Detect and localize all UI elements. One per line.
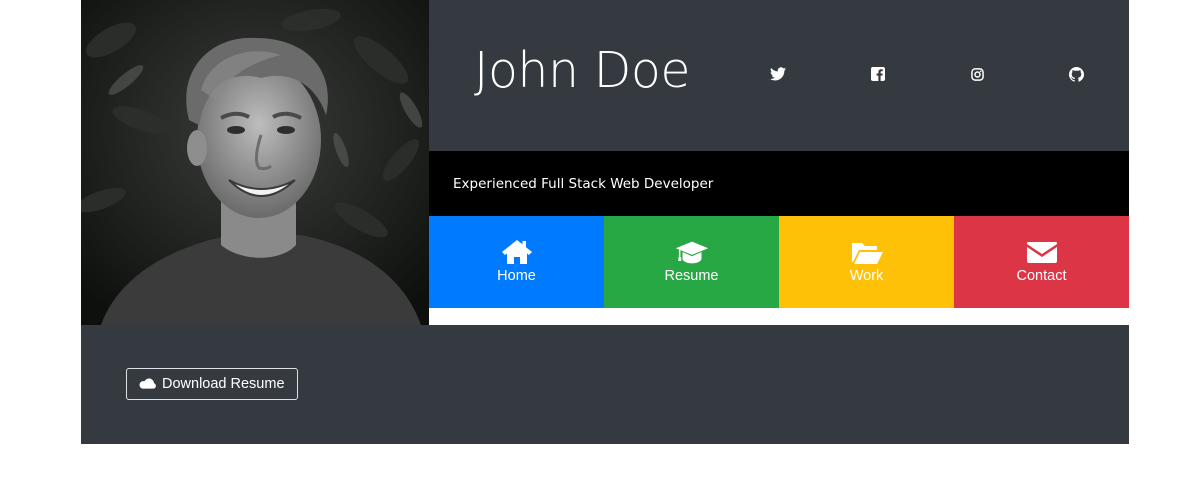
home-icon xyxy=(499,238,535,266)
twitter-icon xyxy=(770,67,786,81)
folder-open-icon xyxy=(849,238,885,266)
github-link[interactable] xyxy=(1068,66,1084,82)
tagline-bar: Experienced Full Stack Web Developer xyxy=(429,151,1129,216)
profile-header: John Doe xyxy=(429,0,1129,151)
nav-contact[interactable]: Contact xyxy=(954,216,1129,308)
instagram-icon xyxy=(970,67,984,81)
nav-resume[interactable]: Resume xyxy=(604,216,779,308)
download-resume-label: Download Resume xyxy=(162,376,285,392)
nav-contact-label: Contact xyxy=(1016,268,1067,284)
nav-resume-label: Resume xyxy=(664,268,719,284)
nav-home-label: Home xyxy=(497,268,536,284)
download-resume-button[interactable]: Download Resume xyxy=(126,368,298,400)
cloud-icon xyxy=(139,378,156,389)
twitter-link[interactable] xyxy=(770,66,786,82)
profile-tagline: Experienced Full Stack Web Developer xyxy=(453,176,714,192)
nav-work-label: Work xyxy=(849,268,884,284)
download-panel: Download Resume xyxy=(81,325,1129,444)
portrait-illustration xyxy=(81,0,429,325)
resume-page: John Doe Experienced Full Stack Web Deve… xyxy=(0,0,1200,500)
main-nav: Home Resume Work Contact xyxy=(429,216,1129,308)
envelope-icon xyxy=(1024,238,1060,266)
nav-work[interactable]: Work xyxy=(779,216,954,308)
facebook-icon xyxy=(871,67,885,81)
profile-photo xyxy=(81,0,429,325)
facebook-link[interactable] xyxy=(870,66,886,82)
github-icon xyxy=(1068,66,1084,82)
profile-name: John Doe xyxy=(474,42,690,99)
instagram-link[interactable] xyxy=(969,66,985,82)
graduation-cap-icon xyxy=(674,238,710,266)
nav-home[interactable]: Home xyxy=(429,216,604,308)
